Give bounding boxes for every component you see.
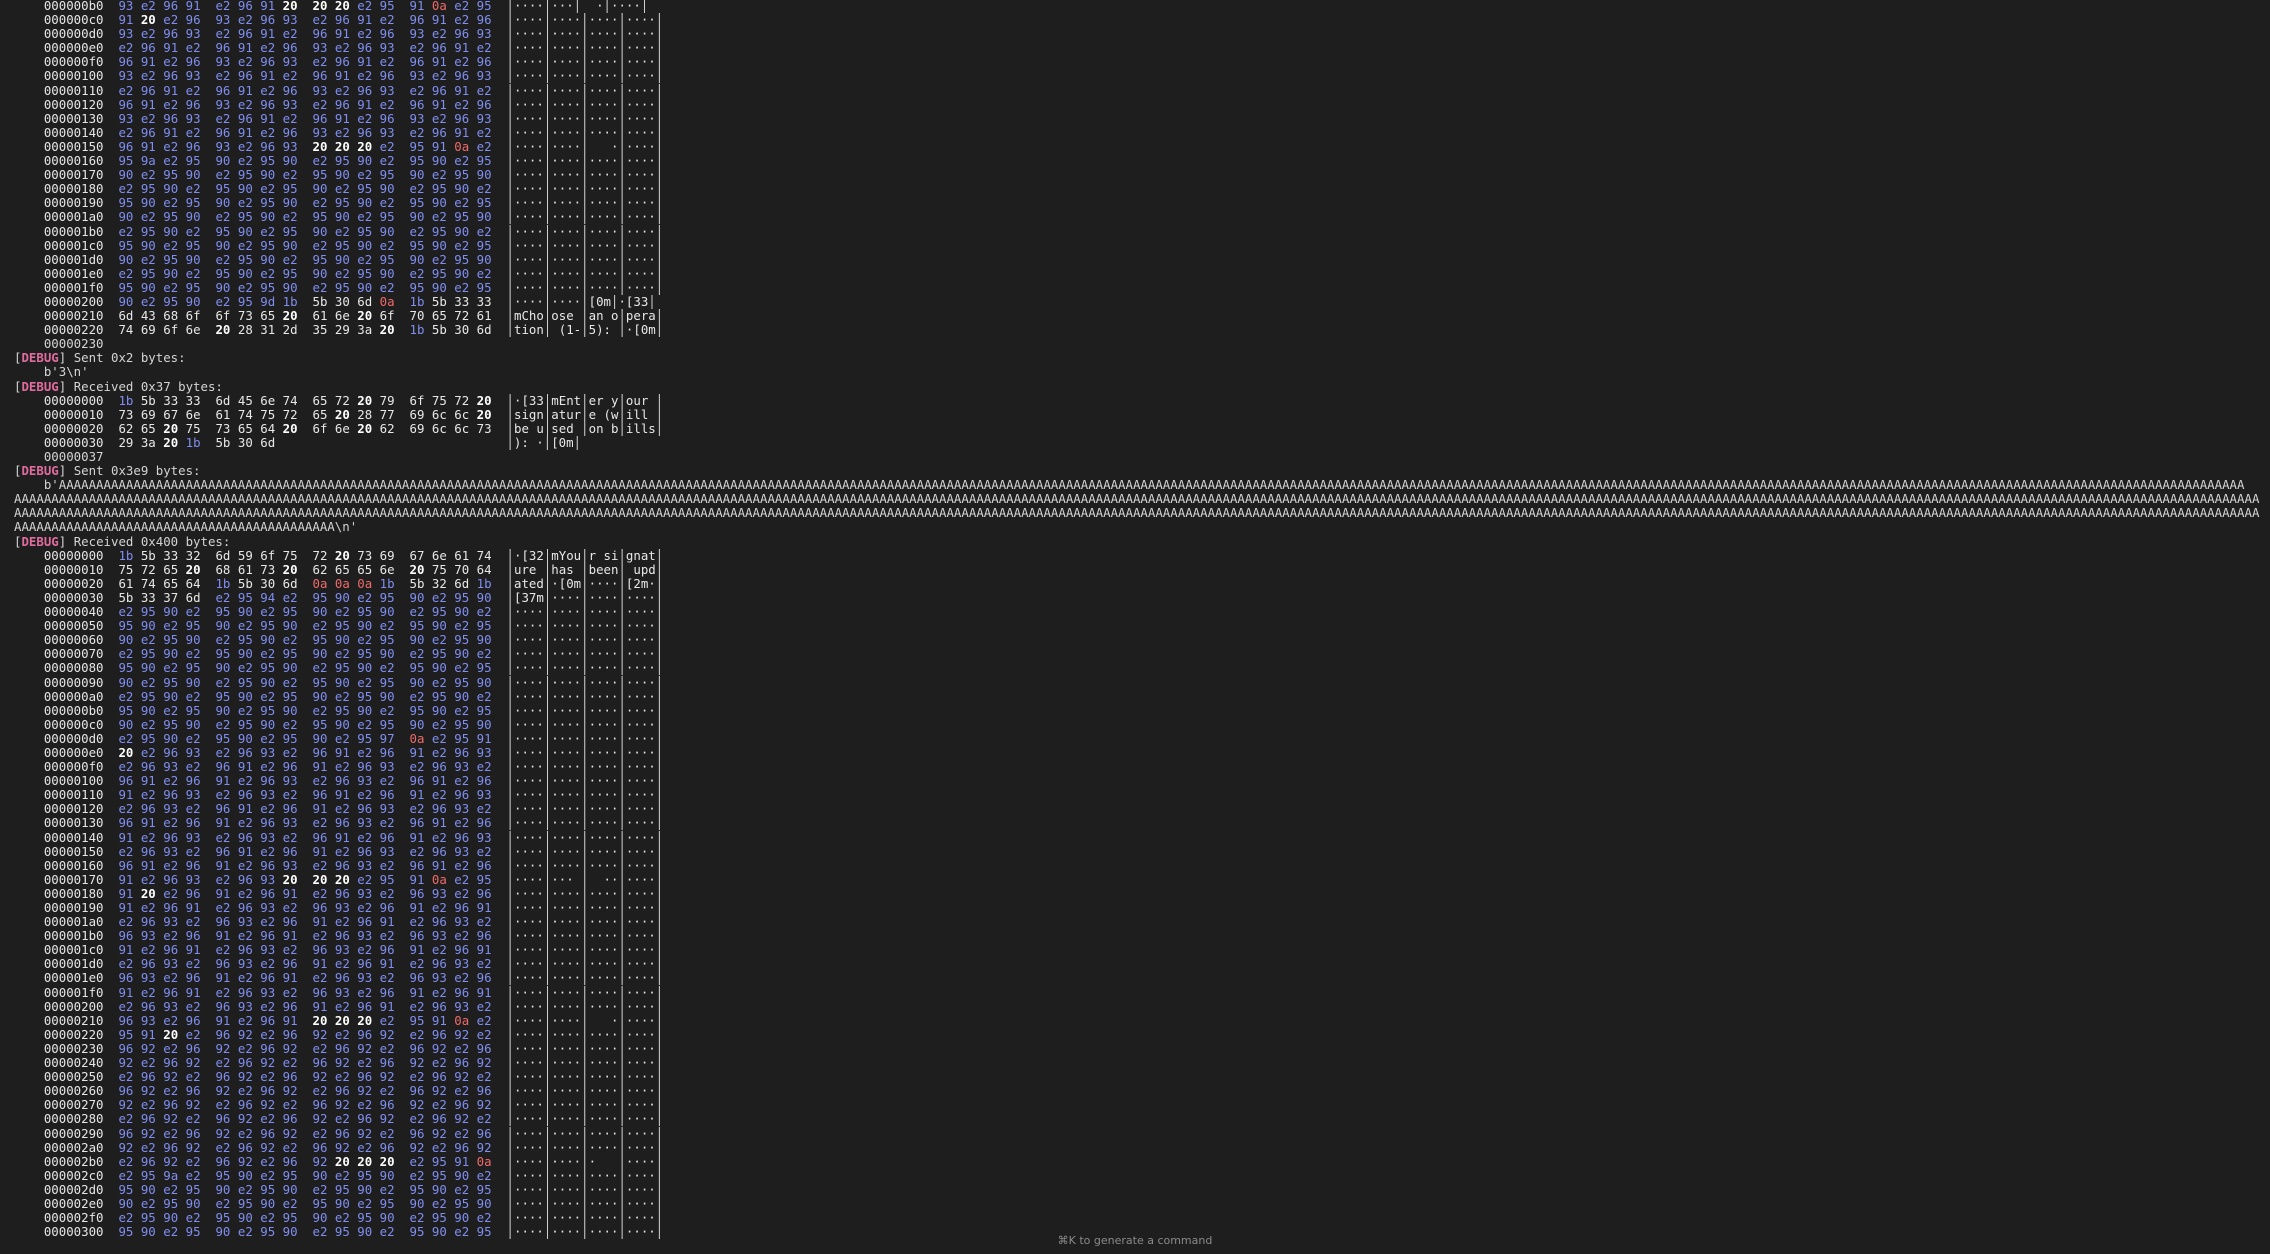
terminal-line: 00000120 e2 96 93 e2 96 91 e2 96 91 e2 9… [43,802,664,817]
terminal-line: 000000f0 96 91 e2 96 93 e2 96 93 e2 96 9… [43,55,664,70]
terminal-line: 00000080 95 90 e2 95 90 e2 95 90 e2 95 9… [43,661,664,676]
terminal-line: 000001e0 e2 95 90 e2 95 90 e2 95 90 e2 9… [43,266,664,281]
terminal-line: 000001d0 90 e2 95 90 e2 95 90 e2 95 90 e… [43,252,664,267]
terminal-line: 00000170 91 e2 96 93 e2 96 93 20 20 20 e… [43,872,664,887]
terminal-line: 00000250 e2 96 92 e2 96 92 e2 96 92 e2 9… [43,1070,664,1085]
terminal-line: 000002b0 e2 96 92 e2 96 92 e2 96 92 20 2… [43,1154,664,1169]
terminal-line: 000000e0 20 e2 96 93 e2 96 93 e2 96 91 e… [43,745,664,760]
terminal-line: 000000d0 93 e2 96 93 e2 96 91 e2 96 91 e… [43,27,664,42]
terminal-line: 00000030 29 3a 20 1b 5b 30 6d │): ·│[0m│ [43,435,582,450]
terminal-line: 00000210 6d 43 68 6f 6f 73 65 20 61 6e 2… [43,309,664,324]
terminal-line: 000000f0 e2 96 93 e2 96 91 e2 96 91 e2 9… [43,760,664,775]
terminal-line: 00000270 92 e2 96 92 e2 96 92 e2 96 92 e… [43,1098,664,1113]
terminal-line: 000000e0 e2 96 91 e2 96 91 e2 96 93 e2 9… [43,41,664,56]
terminal-line: 00000190 91 e2 96 91 e2 96 93 e2 96 93 e… [43,901,664,915]
terminal-line: 00000020 61 74 65 64 1b 5b 30 6d 0a 0a 0… [43,576,664,591]
terminal-line: 000002e0 90 e2 95 90 e2 95 90 e2 95 90 e… [43,1196,664,1211]
terminal-line: 00000060 90 e2 95 90 e2 95 90 e2 95 90 e… [43,633,664,648]
terminal-line: 000000c0 90 e2 95 90 e2 95 90 e2 95 90 e… [43,717,664,732]
terminal-line: 00000130 96 91 e2 96 91 e2 96 93 e2 96 9… [43,816,664,831]
terminal-line: 00000030 5b 33 37 6d e2 95 94 e2 95 90 e… [43,590,664,605]
terminal-line: 000001c0 91 e2 96 91 e2 96 93 e2 96 93 e… [43,943,664,958]
terminal-line: 00000260 96 92 e2 96 92 e2 96 92 e2 96 9… [43,1084,664,1099]
terminal-line: 00000200 e2 96 93 e2 96 93 e2 96 91 e2 9… [43,999,664,1014]
terminal-line: 00000100 93 e2 96 93 e2 96 91 e2 96 91 e… [43,69,664,84]
terminal-line: 000002d0 95 90 e2 95 90 e2 95 90 e2 95 9… [43,1182,664,1197]
terminal-line: b'AAAAAAAAAAAAAAAAAAAAAAAAAAAAAAAAAAAAAA… [14,478,2245,493]
terminal-line: 00000160 96 91 e2 96 91 e2 96 93 e2 96 9… [43,858,664,873]
terminal-line: 00000290 96 92 e2 96 92 e2 96 92 e2 96 9… [43,1126,664,1141]
terminal-line: 00000130 93 e2 96 93 e2 96 91 e2 96 91 e… [43,111,664,126]
terminal-line: AAAAAAAAAAAAAAAAAAAAAAAAAAAAAAAAAAAAAAAA… [14,492,2260,507]
terminal-line: 00000000 1b 5b 33 32 6d 59 6f 75 72 20 7… [43,548,664,563]
terminal-line: 000002f0 e2 95 90 e2 95 90 e2 95 90 e2 9… [43,1211,664,1226]
terminal-line: AAAAAAAAAAAAAAAAAAAAAAAAAAAAAAAAAAAAAAAA… [14,506,2260,521]
terminal-line: 00000010 75 72 65 20 68 61 73 20 62 65 6… [43,562,664,577]
terminal-line: 00000140 e2 96 91 e2 96 91 e2 96 93 e2 9… [43,125,664,140]
terminal-line: 00000220 95 91 20 e2 96 92 e2 96 92 e2 9… [43,1027,664,1042]
terminal-line: [DEBUG] Received 0x37 bytes: [14,379,223,394]
terminal-line: 000000d0 e2 95 90 e2 95 90 e2 95 90 e2 9… [43,731,664,746]
terminal-line: 00000010 73 69 67 6e 61 74 75 72 65 20 2… [43,407,664,422]
terminal-line: 000001b0 e2 95 90 e2 95 90 e2 95 90 e2 9… [43,224,664,239]
terminal-line: 000000c0 91 20 e2 96 93 e2 96 93 e2 96 9… [43,13,664,28]
terminal-line: 00000160 95 9a e2 95 90 e2 95 90 e2 95 9… [43,154,664,169]
terminal-line: 000002a0 92 e2 96 92 e2 96 92 e2 96 92 e… [43,1140,664,1155]
terminal-line: 00000180 91 20 e2 96 91 e2 96 91 e2 96 9… [43,886,664,901]
terminal-line: 00000037 [14,450,104,464]
terminal-line: [DEBUG] Received 0x400 bytes: [14,534,231,549]
terminal-line: 00000040 e2 95 90 e2 95 90 e2 95 90 e2 9… [43,605,664,620]
terminal-line: 00000280 e2 96 92 e2 96 92 e2 96 92 e2 9… [43,1112,664,1127]
terminal-line: 000000b0 95 90 e2 95 90 e2 95 90 e2 95 9… [43,703,664,718]
terminal-line: 000001a0 e2 96 93 e2 96 93 e2 96 91 e2 9… [43,915,664,930]
terminal-line: 000002c0 e2 95 9a e2 95 90 e2 95 90 e2 9… [43,1168,664,1183]
terminal-line: 00000120 96 91 e2 96 93 e2 96 93 e2 96 9… [43,97,664,112]
terminal-line: 000001f0 91 e2 96 91 e2 96 93 e2 96 93 e… [43,985,664,1000]
terminal-line: 000001a0 90 e2 95 90 e2 95 90 e2 95 90 e… [43,210,664,225]
terminal-line: AAAAAAAAAAAAAAAAAAAAAAAAAAAAAAAAAAAAAAAA… [14,520,358,535]
terminal-line: 00000210 96 93 e2 96 91 e2 96 91 20 20 2… [43,1013,664,1028]
terminal-line: [DEBUG] Sent 0x3e9 bytes: [14,464,201,479]
terminal-line: 00000100 96 91 e2 96 91 e2 96 93 e2 96 9… [43,774,664,789]
terminal-line: 00000200 90 e2 95 90 e2 95 9d 1b 5b 30 6… [43,294,656,309]
terminal-line: 000001f0 95 90 e2 95 90 e2 95 90 e2 95 9… [43,280,664,295]
terminal-line: 00000220 74 69 6f 6e 20 28 31 2d 35 29 3… [43,323,664,338]
terminal-line: 00000170 90 e2 95 90 e2 95 90 e2 95 90 e… [43,168,664,183]
terminal-line: 00000150 e2 96 93 e2 96 91 e2 96 91 e2 9… [43,844,664,859]
terminal-line: b'3\n' [14,365,89,380]
terminal-line: 00000070 e2 95 90 e2 95 90 e2 95 90 e2 9… [43,647,664,662]
terminal-line: 00000150 96 91 e2 96 93 e2 96 93 20 20 2… [43,139,664,154]
terminal-line: 000000b0 93 e2 96 91 e2 96 91 20 20 20 e… [43,0,649,13]
terminal-line: 000001c0 95 90 e2 95 90 e2 95 90 e2 95 9… [43,238,664,253]
terminal-line: 00000230 96 92 e2 96 92 e2 96 92 e2 96 9… [43,1041,664,1056]
terminal-line: 00000110 91 e2 96 93 e2 96 93 e2 96 91 e… [43,788,664,803]
terminal-line: 00000050 95 90 e2 95 90 e2 95 90 e2 95 9… [43,619,664,634]
terminal-line: 000001b0 96 93 e2 96 91 e2 96 91 e2 96 9… [43,929,664,944]
terminal-line: 000001d0 e2 96 93 e2 96 93 e2 96 91 e2 9… [43,957,664,972]
command-hint: ⌘K to generate a command [1057,1233,1213,1247]
terminal-output[interactable]: 000000b0 93 e2 96 91 e2 96 91 20 20 20 e… [14,0,2270,1239]
terminal-line: 00000230 [14,337,104,352]
terminal-line: 00000020 62 65 20 75 73 65 64 20 6f 6e 2… [43,421,664,436]
terminal-line: 00000110 e2 96 91 e2 96 91 e2 96 93 e2 9… [43,83,664,98]
terminal-line: 00000240 92 e2 96 92 e2 96 92 e2 96 92 e… [43,1056,664,1071]
terminal-line: 00000090 90 e2 95 90 e2 95 90 e2 95 90 e… [43,675,664,690]
terminal-line: 000001e0 96 93 e2 96 91 e2 96 91 e2 96 9… [43,971,664,986]
terminal-line: [DEBUG] Sent 0x2 bytes: [14,351,186,366]
terminal-line: 00000000 1b 5b 33 33 6d 45 6e 74 65 72 2… [43,393,664,408]
terminal-line: 00000190 95 90 e2 95 90 e2 95 90 e2 95 9… [43,196,664,211]
terminal-line: 000000a0 e2 95 90 e2 95 90 e2 95 90 e2 9… [43,689,664,704]
terminal-line: 00000180 e2 95 90 e2 95 90 e2 95 90 e2 9… [43,182,664,197]
terminal-line: 00000140 91 e2 96 93 e2 96 93 e2 96 91 e… [43,830,664,845]
